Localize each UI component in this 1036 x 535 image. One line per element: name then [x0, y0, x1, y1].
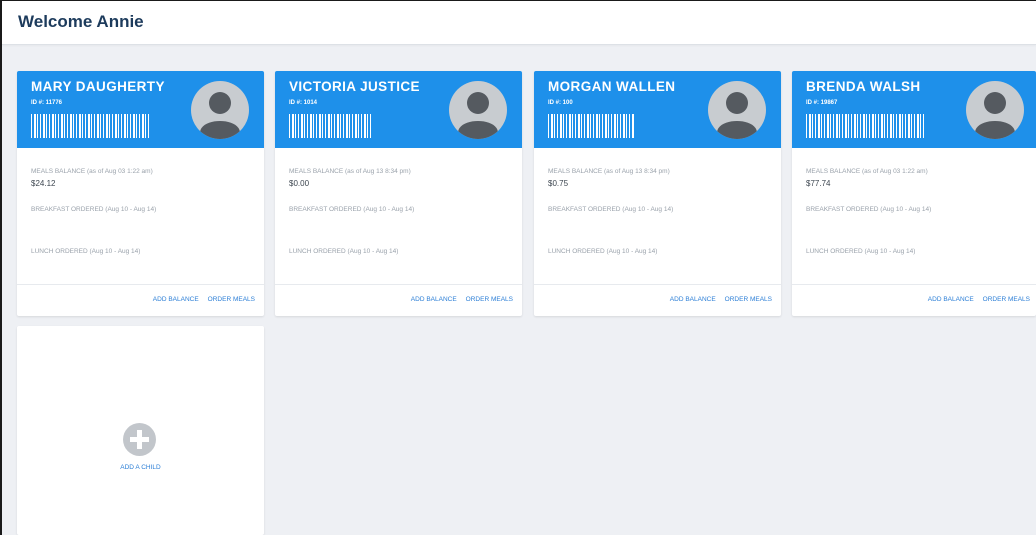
child-id: ID #: 11776 [31, 100, 63, 106]
user-silhouette-icon [975, 92, 1015, 139]
child-card-body: MEALS BALANCE (as of Aug 13 8:34 pm) $0.… [275, 148, 522, 283]
window-border-left [0, 0, 2, 535]
child-card-actions: ADD BALANCE ORDER MEALS [534, 284, 781, 316]
child-card-body: MEALS BALANCE (as of Aug 03 1:22 am) $24… [17, 148, 264, 283]
avatar [966, 81, 1024, 139]
avatar [449, 81, 507, 139]
child-id: ID #: 100 [548, 100, 573, 106]
child-card-header: MARY DAUGHERTY ID #: 11776 [17, 71, 264, 148]
child-card-header: BRENDA WALSH ID #: 19867 [792, 71, 1036, 148]
child-card-header: MORGAN WALLEN ID #: 100 [534, 71, 781, 148]
order-meals-button[interactable]: ORDER MEALS [466, 296, 513, 303]
child-card-actions: ADD BALANCE ORDER MEALS [17, 284, 264, 316]
order-meals-button[interactable]: ORDER MEALS [725, 296, 772, 303]
child-card-morgan-wallen: MORGAN WALLEN ID #: 100 MEALS BALANCE (a… [534, 71, 781, 316]
avatar [191, 81, 249, 139]
child-card-victoria-justice: VICTORIA JUSTICE ID #: 1014 MEALS BALANC… [275, 71, 522, 316]
add-child-card[interactable]: ADD A CHILD [17, 326, 264, 535]
child-card-body: MEALS BALANCE (as of Aug 03 1:22 am) $77… [792, 148, 1036, 283]
user-silhouette-icon [458, 92, 498, 139]
meals-balance-value: $0.00 [289, 179, 310, 188]
page-title: Welcome Annie [18, 12, 144, 31]
lunch-ordered-label: LUNCH ORDERED (Aug 10 - Aug 14) [31, 248, 141, 255]
meals-balance-value: $24.12 [31, 179, 56, 188]
barcode-icon [548, 114, 634, 138]
child-card-body: MEALS BALANCE (as of Aug 13 8:34 pm) $0.… [534, 148, 781, 283]
avatar [708, 81, 766, 139]
meals-balance-label: MEALS BALANCE (as of Aug 03 1:22 am) [806, 168, 928, 175]
child-name: BRENDA WALSH [806, 79, 921, 94]
meals-balance-label: MEALS BALANCE (as of Aug 03 1:22 am) [31, 168, 153, 175]
child-id: ID #: 19867 [806, 100, 838, 106]
barcode-icon [806, 114, 926, 138]
breakfast-ordered-label: BREAKFAST ORDERED (Aug 10 - Aug 14) [289, 206, 415, 213]
child-card-header: VICTORIA JUSTICE ID #: 1014 [275, 71, 522, 148]
add-balance-button[interactable]: ADD BALANCE [928, 296, 974, 303]
lunch-ordered-label: LUNCH ORDERED (Aug 10 - Aug 14) [548, 248, 658, 255]
barcode-icon [31, 114, 151, 138]
breakfast-ordered-label: BREAKFAST ORDERED (Aug 10 - Aug 14) [548, 206, 674, 213]
child-name: MARY DAUGHERTY [31, 79, 165, 94]
child-name: MORGAN WALLEN [548, 79, 676, 94]
meals-balance-label: MEALS BALANCE (as of Aug 13 8:34 pm) [289, 168, 411, 175]
add-balance-button[interactable]: ADD BALANCE [411, 296, 457, 303]
user-silhouette-icon [717, 92, 757, 139]
child-id: ID #: 1014 [289, 100, 318, 106]
child-card-brenda-walsh: BRENDA WALSH ID #: 19867 MEALS BALANCE (… [792, 71, 1036, 316]
order-meals-button[interactable]: ORDER MEALS [208, 296, 255, 303]
breakfast-ordered-label: BREAKFAST ORDERED (Aug 10 - Aug 14) [806, 206, 932, 213]
lunch-ordered-label: LUNCH ORDERED (Aug 10 - Aug 14) [806, 248, 916, 255]
plus-circle-icon[interactable] [123, 423, 156, 456]
child-card-actions: ADD BALANCE ORDER MEALS [792, 284, 1036, 316]
add-balance-button[interactable]: ADD BALANCE [670, 296, 716, 303]
breakfast-ordered-label: BREAKFAST ORDERED (Aug 10 - Aug 14) [31, 206, 157, 213]
user-silhouette-icon [200, 92, 240, 139]
child-name: VICTORIA JUSTICE [289, 79, 420, 94]
child-card-actions: ADD BALANCE ORDER MEALS [275, 284, 522, 316]
lunch-ordered-label: LUNCH ORDERED (Aug 10 - Aug 14) [289, 248, 399, 255]
meals-balance-value: $0.75 [548, 179, 569, 188]
add-child-label[interactable]: ADD A CHILD [17, 464, 264, 471]
page-header: Welcome Annie [2, 1, 1036, 45]
meals-balance-label: MEALS BALANCE (as of Aug 13 8:34 pm) [548, 168, 670, 175]
barcode-icon [289, 114, 373, 138]
meals-balance-value: $77.74 [806, 179, 831, 188]
child-card-mary-daugherty: MARY DAUGHERTY ID #: 11776 MEALS BALANCE… [17, 71, 264, 316]
order-meals-button[interactable]: ORDER MEALS [983, 296, 1030, 303]
add-balance-button[interactable]: ADD BALANCE [153, 296, 199, 303]
